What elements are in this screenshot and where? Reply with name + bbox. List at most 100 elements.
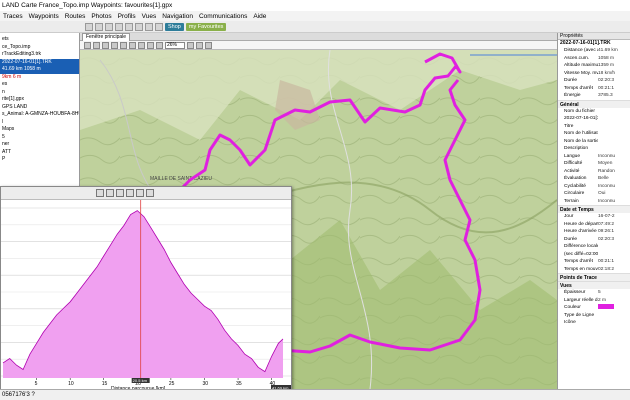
tree-item[interactable]: s_Animal: A-GMNZA-HOUBFA-8HUB — [0, 111, 79, 119]
property-row[interactable]: Type de Ligne — [558, 312, 630, 320]
menu-item-1[interactable]: Waypoints — [26, 13, 62, 20]
property-row[interactable]: Description — [558, 145, 630, 153]
property-row[interactable]: Couleur — [558, 304, 630, 312]
property-row[interactable]: Titre — [558, 123, 630, 131]
save-icon[interactable] — [105, 22, 113, 31]
property-row[interactable]: Temps d'arrêt 00:21:1 — [558, 258, 630, 266]
tree-item[interactable]: ce_Topo.imp — [0, 44, 79, 52]
tree-item[interactable]: n — [0, 89, 79, 97]
grid-icon[interactable] — [196, 41, 203, 49]
section-track-points[interactable]: Points de Trace — [558, 273, 630, 281]
property-key: Langue — [564, 153, 581, 159]
property-row[interactable]: Durée 02:20:3 — [558, 77, 630, 85]
property-row[interactable]: Largeur réelle de la tr2 m — [558, 297, 630, 305]
property-row[interactable]: Nom de l'utilisateur — [558, 130, 630, 138]
property-value: 3785.3 — [598, 93, 613, 98]
property-row[interactable]: Vitesse Moy. mvt 18 km/h — [558, 70, 630, 78]
tree-item[interactable]: ATT — [0, 149, 79, 157]
menu-item-3[interactable]: Photos — [88, 13, 114, 20]
print-icon[interactable] — [115, 22, 123, 31]
profile-zoom-icon[interactable] — [106, 189, 114, 197]
tree-item[interactable]: 2022-07-16-01[1].TRK — [0, 58, 79, 66]
zoom-select[interactable]: 26% — [165, 41, 185, 49]
property-row[interactable]: Cyclabilité Inconnu — [558, 183, 630, 191]
property-row[interactable]: Nom de la sortie — [558, 138, 630, 146]
property-row[interactable]: Jour 16-07-2 — [558, 213, 630, 221]
menu-item-2[interactable]: Routes — [62, 13, 89, 20]
property-row[interactable]: Épaisseur 5 — [558, 289, 630, 297]
zoom-in-icon[interactable] — [102, 41, 109, 49]
layer-icon[interactable] — [120, 41, 127, 49]
property-row[interactable]: Évaluation Belle — [558, 175, 630, 183]
undo-icon[interactable] — [125, 22, 133, 31]
property-row[interactable]: Langue Inconnu — [558, 153, 630, 161]
tree-item[interactable]: 9km 6 m — [0, 74, 79, 82]
property-row[interactable]: Circulaire Oui — [558, 190, 630, 198]
menu-item-5[interactable]: Vues — [139, 13, 160, 20]
property-row[interactable]: Icône — [558, 319, 630, 327]
property-row[interactable]: Différence locale-UTC: — [558, 243, 630, 251]
route-icon[interactable] — [147, 41, 154, 49]
property-row[interactable]: Temps d'arrêt 00:21:1 — [558, 85, 630, 93]
3d-icon[interactable] — [187, 41, 194, 49]
profile-options-icon[interactable] — [146, 189, 154, 197]
property-row[interactable]: Heure d'arrivée 09:26:1 — [558, 228, 630, 236]
tree-item[interactable]: rite[1].gpx — [0, 96, 79, 104]
redo-icon[interactable] — [135, 22, 143, 31]
property-row[interactable]: Distance (avec altitud41.69 km — [558, 47, 630, 55]
menu-item-7[interactable]: Communications — [196, 13, 250, 20]
menu-item-8[interactable]: Aide — [250, 13, 269, 20]
waypoint-icon[interactable] — [138, 41, 145, 49]
property-row[interactable]: Activité Randon — [558, 168, 630, 176]
settings-icon[interactable] — [145, 22, 153, 31]
color-swatch[interactable] — [598, 304, 614, 310]
menu-item-6[interactable]: Navigation — [159, 13, 196, 20]
property-row[interactable]: Difficulté Moyen — [558, 160, 630, 168]
zoom-out-icon[interactable] — [111, 41, 118, 49]
section-views[interactable]: Vues — [558, 281, 630, 289]
tree-item[interactable]: 5 — [0, 134, 79, 142]
tree-item[interactable]: ets — [0, 36, 79, 44]
hand-icon[interactable] — [93, 41, 100, 49]
profile-print-icon[interactable] — [126, 189, 134, 197]
ruler-icon[interactable] — [156, 41, 163, 49]
property-value — [598, 312, 630, 320]
open-icon[interactable] — [95, 22, 103, 31]
elevation-chart[interactable] — [1, 200, 291, 378]
property-row[interactable]: Nom du fichier — [558, 108, 630, 116]
tree-item[interactable]: 41.69 km 1058 m — [0, 66, 79, 74]
property-key: Temps en mouvemen — [564, 266, 598, 272]
track-icon[interactable] — [129, 41, 136, 49]
tree-item[interactable]: P — [0, 156, 79, 164]
new-icon[interactable] — [85, 22, 93, 31]
profile-export-icon[interactable] — [136, 189, 144, 197]
pointer-icon[interactable] — [84, 41, 91, 49]
property-row[interactable]: (sec diffé=02:00:00) — [558, 251, 630, 259]
menu-item-0[interactable]: Traces — [0, 13, 26, 20]
property-row[interactable]: 2022-07-16-01[1].TRK — [558, 115, 630, 123]
shop-button[interactable]: Shop — [165, 22, 184, 31]
section-date-time[interactable]: Date et Temps — [558, 205, 630, 213]
property-row[interactable]: Temps en mouvemen02:18:2 — [558, 266, 630, 274]
property-row[interactable]: Heure de départ 07:49:2 — [558, 221, 630, 229]
tree-item[interactable]: ner — [0, 141, 79, 149]
tree-item[interactable]: GPS LAND — [0, 104, 79, 112]
profile-cursor-icon[interactable] — [116, 189, 124, 197]
property-row[interactable]: Altitude maximum1359 m — [558, 62, 630, 70]
property-row[interactable]: Terrain Inconnu — [558, 198, 630, 206]
tab-main-window[interactable]: Fenêtre principale — [82, 33, 131, 41]
tree-item[interactable]: rTrackEditing3.trk — [0, 51, 79, 59]
section-general[interactable]: Général — [558, 99, 630, 108]
property-row[interactable]: Durée 02:20:3 — [558, 236, 630, 244]
profile-settings-icon[interactable] — [96, 189, 104, 197]
menu-item-4[interactable]: Profils — [115, 13, 139, 20]
north-icon[interactable] — [205, 41, 212, 49]
tree-item[interactable]: es — [0, 81, 79, 89]
property-row[interactable]: Ascen.cum. 1058 m — [558, 55, 630, 63]
property-key: Titre — [564, 123, 574, 129]
tree-item[interactable]: Maps — [0, 126, 79, 134]
gps-icon[interactable] — [155, 22, 163, 31]
tree-item[interactable]: l — [0, 119, 79, 127]
favourites-button[interactable]: my Favourites — [185, 22, 227, 31]
property-row[interactable]: Énergie 3785.3 — [558, 92, 630, 100]
